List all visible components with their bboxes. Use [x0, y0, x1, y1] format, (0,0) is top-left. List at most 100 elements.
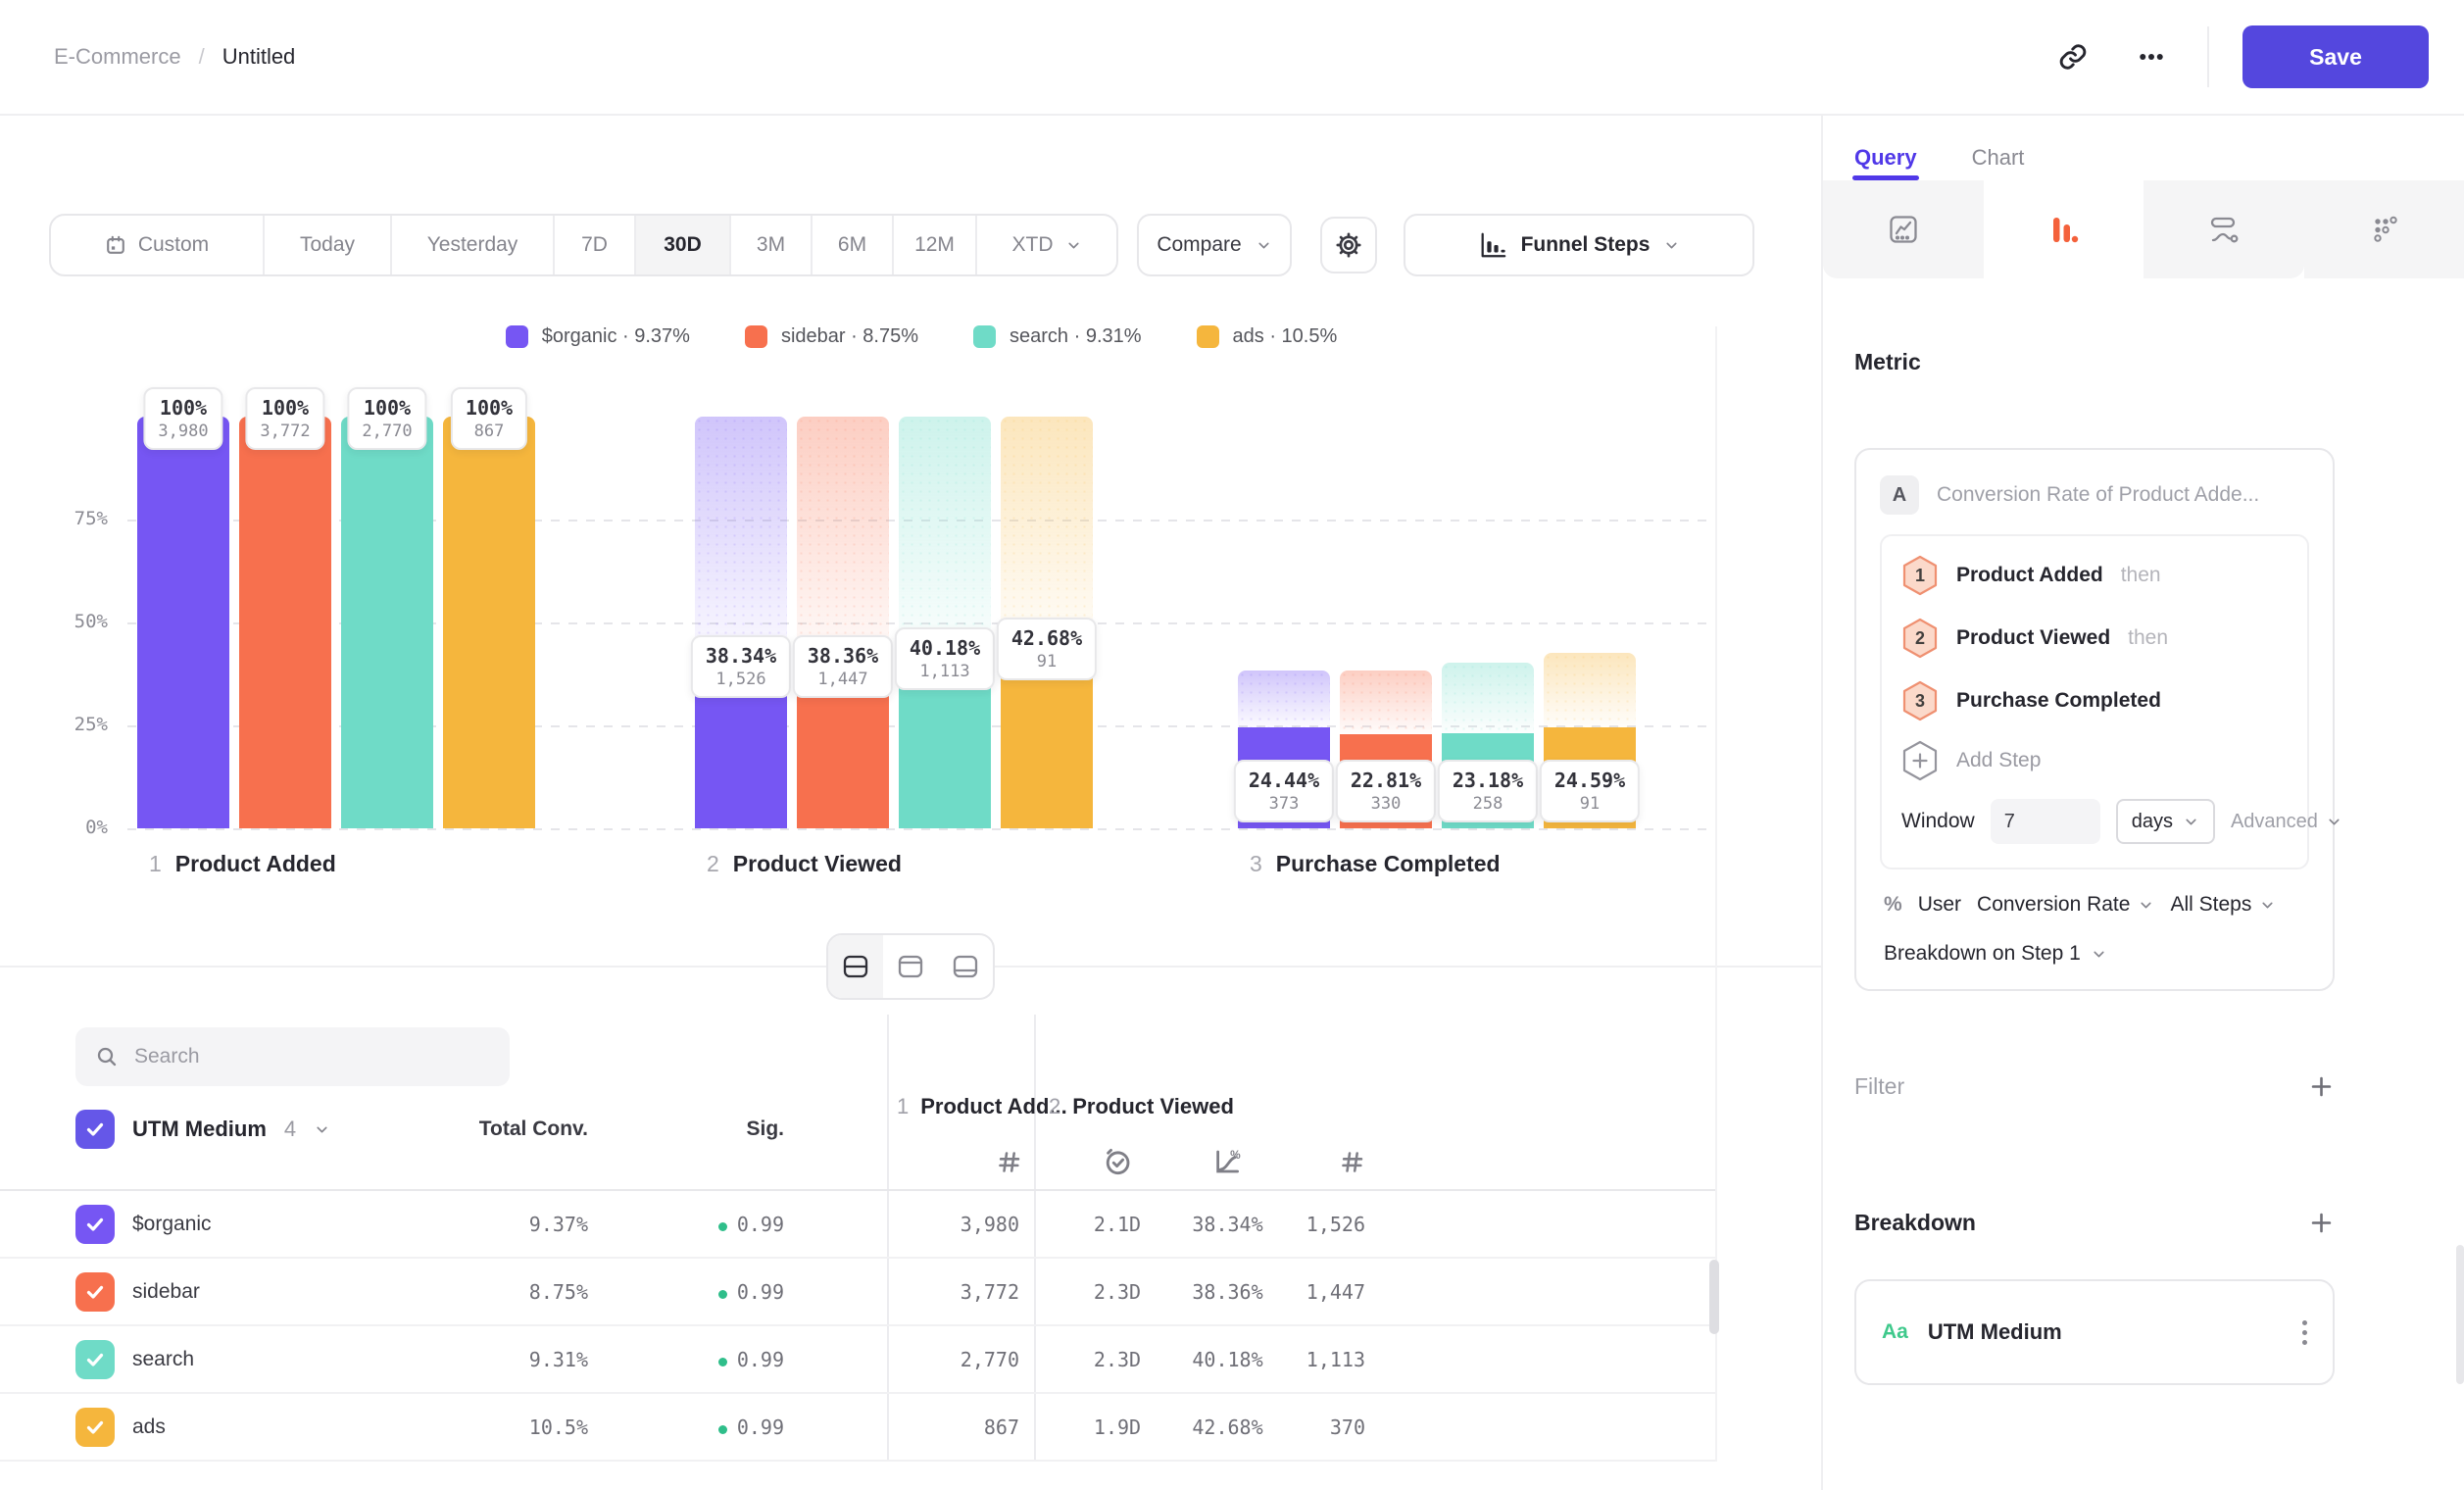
column-header-sig[interactable]: Sig. [627, 1118, 784, 1141]
row-checkbox[interactable] [75, 1340, 115, 1379]
breadcrumb-section[interactable]: E-Commerce [54, 44, 181, 70]
group-by-control[interactable]: UTM Medium 4 [75, 1110, 330, 1149]
date-range-3m[interactable]: 3M [731, 216, 813, 274]
step-label-3: 3Purchase Completed [1250, 851, 1501, 877]
cell-step1-count: 3,980 [887, 1213, 1019, 1236]
metric-card: A Conversion Rate of Product Adde... 1Pr… [1854, 448, 2335, 991]
chart-type-retention-chart[interactable] [2304, 180, 2464, 278]
breadcrumb-separator: / [199, 44, 205, 70]
layout-split-view[interactable] [828, 935, 883, 998]
chevron-down-icon [2326, 814, 2342, 830]
add-step-button[interactable]: Add Step [1882, 732, 2307, 789]
chart-type-funnel-chart-active[interactable] [1984, 180, 2144, 278]
table-row-ads[interactable]: ads10.5%0.998671.9D42.68%370 [0, 1394, 1715, 1462]
share-link-icon[interactable] [2050, 34, 2095, 79]
step-group-header-2[interactable]: 2Product Viewed [1049, 1094, 1234, 1119]
funnel-bar-sidebar-step1[interactable] [239, 417, 331, 828]
avg-time-icon[interactable] [1103, 1147, 1132, 1176]
svg-text:%: % [1230, 1148, 1241, 1162]
conversion-icon[interactable]: % [1212, 1147, 1242, 1176]
legend-item-ads[interactable]: ads · 10.5% [1197, 325, 1338, 348]
tab-query[interactable]: Query [1854, 135, 1917, 180]
row-checkbox[interactable] [75, 1408, 115, 1447]
date-range-label: Yesterday [427, 233, 518, 257]
metric-step-2[interactable]: 2Product Viewedthen [1882, 607, 2307, 670]
table-row-sidebar[interactable]: sidebar8.75%0.993,7722.3D38.36%1,447 [0, 1259, 1715, 1326]
search-input[interactable] [134, 1045, 490, 1068]
date-range-yesterday[interactable]: Yesterday [392, 216, 555, 274]
row-name: search [132, 1348, 194, 1371]
calendar-icon [105, 234, 126, 256]
date-range-today[interactable]: Today [265, 216, 392, 274]
table-search [75, 1027, 510, 1086]
date-range-label: Today [300, 233, 355, 257]
step-number-hexagon: 3 [1901, 680, 1939, 721]
filter-label: Filter [1854, 1073, 1904, 1100]
column-header-total-conv[interactable]: Total Conv. [412, 1118, 588, 1141]
row-checkbox[interactable] [75, 1272, 115, 1312]
funnel-bar-organic-step1[interactable] [137, 417, 229, 828]
panel-scrollbar-thumb[interactable] [2456, 1245, 2464, 1384]
funnel-bar-search-step1[interactable] [341, 417, 433, 828]
breakdown-on-step-label: Breakdown on Step 1 [1884, 942, 2081, 966]
funnel-bar-ads-step1[interactable] [443, 417, 535, 828]
kebab-menu-icon[interactable] [2302, 1320, 2307, 1345]
group-by-checkbox[interactable] [75, 1110, 115, 1149]
svg-text:1: 1 [1915, 566, 1925, 585]
legend-label: sidebar · 8.75% [781, 325, 918, 348]
row-checkbox[interactable] [75, 1205, 115, 1244]
count-icon[interactable] [1337, 1147, 1366, 1176]
step-group-header-1[interactable]: 1Product Add... [897, 1094, 1067, 1119]
chart-type-line-chart[interactable] [1823, 180, 1984, 278]
advanced-toggle[interactable]: Advanced [2231, 811, 2342, 833]
funnel-ghost-bar [1442, 663, 1534, 732]
breadcrumb-page-title[interactable]: Untitled [222, 44, 296, 70]
chart-legend: $organic · 9.37% sidebar · 8.75% search · … [127, 325, 1715, 348]
table-row-search[interactable]: search9.31%0.992,7702.3D40.18%1,113 [0, 1326, 1715, 1394]
table-row-organic[interactable]: $organic9.37%0.993,9802.1D38.34%1,526 [0, 1191, 1715, 1259]
svg-text:2: 2 [1915, 628, 1925, 648]
count-icon[interactable] [994, 1147, 1023, 1176]
metric-step-1[interactable]: 1Product Addedthen [1882, 544, 2307, 607]
cell-sig: 0.99 [627, 1348, 784, 1371]
window-unit-dropdown[interactable]: days [2116, 799, 2215, 844]
save-button[interactable]: Save [2242, 25, 2429, 88]
step-name: Purchase Completed [1956, 689, 2161, 713]
metric-series[interactable]: A Conversion Rate of Product Adde... [1880, 475, 2309, 515]
compare-button[interactable]: Compare [1137, 214, 1292, 276]
add-breakdown-icon[interactable] [2308, 1210, 2335, 1236]
chart-type-flow-chart[interactable] [2144, 180, 2304, 278]
metric-type-dropdown[interactable]: Conversion Rate [1977, 893, 2154, 917]
row-name: sidebar [132, 1280, 200, 1304]
date-range-custom[interactable]: Custom [51, 216, 265, 274]
series-badge: A [1880, 475, 1919, 515]
chart-settings-button[interactable] [1320, 217, 1377, 273]
steps-scope-dropdown[interactable]: All Steps [2170, 893, 2276, 917]
legend-item-sidebar[interactable]: sidebar · 8.75% [745, 325, 918, 348]
metric-step-3[interactable]: 3 Purchase Completed [1882, 670, 2307, 732]
cell-total-conv: 9.31% [412, 1348, 588, 1371]
breakdown-property-card[interactable]: Aa UTM Medium [1854, 1279, 2335, 1385]
layout-chart-view[interactable] [883, 935, 938, 998]
window-row: Window days Advanced [1882, 789, 2307, 860]
legend-item-organic[interactable]: $organic · 9.37% [506, 325, 690, 348]
window-label: Window [1901, 810, 1975, 833]
layout-table-view[interactable] [938, 935, 993, 998]
legend-item-search[interactable]: search · 9.31% [973, 325, 1142, 348]
filter-section: Filter [1854, 1073, 2335, 1100]
add-filter-icon[interactable] [2308, 1073, 2335, 1100]
date-range-7d[interactable]: 7D [555, 216, 636, 274]
metric-type-label: Conversion Rate [1977, 893, 2130, 917]
tab-chart[interactable]: Chart [1972, 135, 2025, 180]
date-range-6m[interactable]: 6M [813, 216, 894, 274]
entity-label[interactable]: User [1918, 893, 1961, 917]
table-scrollbar-thumb[interactable] [1709, 1260, 1719, 1334]
cell-total-conv: 9.37% [412, 1213, 588, 1236]
breakdown-on-step-dropdown[interactable]: Breakdown on Step 1 [1880, 942, 2309, 966]
more-menu-icon[interactable] [2129, 34, 2174, 79]
window-value-input[interactable] [1991, 799, 2100, 844]
date-range-xtd[interactable]: XTD [977, 216, 1116, 274]
date-range-30d[interactable]: 30D [636, 216, 731, 274]
funnel-steps-button[interactable]: Funnel Steps [1404, 214, 1754, 276]
date-range-12m[interactable]: 12M [894, 216, 977, 274]
